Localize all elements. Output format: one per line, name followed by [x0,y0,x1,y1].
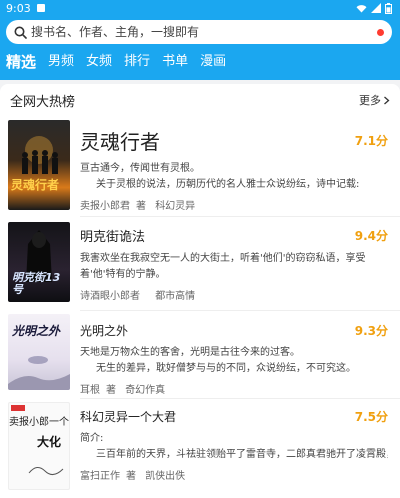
book-author-suffix: 著 [136,201,146,212]
book-genre: 都市高情 [155,291,196,302]
tab-comics[interactable]: 漫画 [200,52,226,72]
chevron-right-icon [384,96,390,104]
divider [80,216,400,217]
book-desc-line1: 天地是万物众生的客舍，光明是古往今来的过客。 [80,347,300,358]
book-cover[interactable]: 明克街13号 [8,222,70,302]
panel-title: 全网大热榜 [10,94,76,110]
book-title[interactable]: 灵魂行者 [80,126,160,155]
cover-label-1: 卖报小郎一个 [9,417,69,428]
tab-booklist[interactable]: 书单 [162,52,188,72]
more-label: 更多 [359,94,381,107]
book-author-suffix: 著 [126,471,136,482]
book-meta: 诗酒眼小郎者 都市高情 [80,287,388,302]
book-author: 卖报小郎君 [80,201,130,212]
book-score: 7.1分 [354,134,388,148]
book-item[interactable]: 卖报小郎一个 大化 科幻灵异一个大君 7.5分 简介: 三百年前的天界，斗祛驻领… [0,402,400,492]
search-icon [14,26,27,39]
book-info: 灵魂行者 7.1分 亘古通今，传闻世有灵根。 关于灵根的说法，历朝历代的名人雅士… [80,126,388,212]
tab-featured[interactable]: 精选 [6,52,36,72]
category-tabs: 精选 男频 女频 排行 书单 漫画 [6,52,226,72]
tab-female[interactable]: 女频 [86,52,112,72]
book-desc-line1: 我害欢坐在我寂空无一人的大街土，听着'他们'的窃窃私语，享受着'他'特有的宁静。 [80,253,366,280]
book-genre: 凯侠出佚 [145,471,186,482]
book-score: 9.4分 [354,229,388,243]
book-meta: 耳根著 奇幻作真 [80,381,388,396]
book-item[interactable]: 灵魂行者 灵魂行者 7.1分 亘古通今，传闻世有灵根。 关于灵根的说法，历朝历代… [0,118,400,212]
search-bar[interactable] [6,20,392,44]
book-cover[interactable]: 卖报小郎一个 大化 [8,402,70,490]
book-genre: 科幻灵异 [155,201,196,212]
book-score: 9.3分 [354,324,388,338]
book-author: 诗酒眼小郎者 [80,291,140,302]
book-item[interactable]: 明克街13号 明克街诡法 9.4分 我害欢坐在我寂空无一人的大街土，听着'他们'… [0,220,400,306]
book-desc-line2: 关于灵根的说法，历朝历代的名人雅士众说纷纭，诗中记载: [96,179,360,190]
book-info: 光明之外 9.3分 天地是万物众生的客舍，光明是古往今来的过客。 无生的差异，耽… [80,322,388,396]
hot-ranking-panel: 全网大热榜 更多 灵魂行者 灵魂行者 7.1分 亘古通今，传闻世有灵根。 关于灵… [0,84,400,498]
divider [80,310,400,311]
tab-male[interactable]: 男频 [48,52,74,72]
book-score: 7.5分 [354,410,388,424]
notification-dot [377,28,384,36]
book-desc-line2: 无生的差异，耽好僧梦与与的不同，众说纷纭，不可究这。 [96,363,356,374]
book-info: 科幻灵异一个大君 7.5分 简介: 三百年前的天界，斗祛驻领贻平了雷音寺，二郎真… [80,408,388,482]
cover-title: 灵魂行者 [11,178,60,192]
notification-icon [36,4,45,12]
cover-title: 光明之外 [12,324,61,338]
cover-label-2: 大化 [37,435,62,449]
book-title[interactable]: 光明之外 [80,322,128,339]
cover-art [22,136,58,174]
book-info: 明克街诡法 9.4分 我害欢坐在我寂空无一人的大街土，听着'他们'的窃窃私语，享… [80,226,388,302]
book-title[interactable]: 科幻灵异一个大君 [80,408,176,425]
cover-title: 明克街13号 [12,271,61,296]
book-item[interactable]: 光明之外 光明之外 9.3分 天地是万物众生的客舍，光明是古往今来的过客。 无生… [0,314,400,396]
panel-header: 全网大热榜 更多 [0,84,400,116]
book-desc-line1: 亘古通今，传闻世有灵根。 [80,163,200,174]
book-title[interactable]: 明克街诡法 [80,226,145,245]
book-desc-line2: 三百年前的天界，斗祛驻领贻平了雷音寺，二郎真君驰开了凌霄殿， [96,449,388,460]
book-genre: 奇幻作真 [125,385,166,396]
divider [80,398,400,399]
wifi-icon [356,4,367,12]
book-meta: 富扫正作著 凯侠出佚 [80,467,388,482]
book-cover[interactable]: 灵魂行者 [8,120,70,210]
book-meta: 卖报小郎君著 科幻灵异 [80,197,388,212]
signal-icon [371,3,381,13]
book-desc-line1: 简介: [80,433,104,444]
status-time: 9:03 [6,1,31,15]
book-author: 富扫正作 [80,471,120,482]
tab-ranking[interactable]: 排行 [124,52,150,72]
book-author: 耳根 [80,385,100,396]
book-author-suffix: 著 [106,385,116,396]
book-cover[interactable]: 光明之外 [8,314,70,390]
top-header: 9:03 精选 男频 女频 排行 书单 [0,0,400,80]
status-bar: 9:03 [0,0,400,16]
battery-icon [385,2,392,14]
search-input[interactable] [27,25,373,39]
more-link[interactable]: 更多 [359,92,390,108]
